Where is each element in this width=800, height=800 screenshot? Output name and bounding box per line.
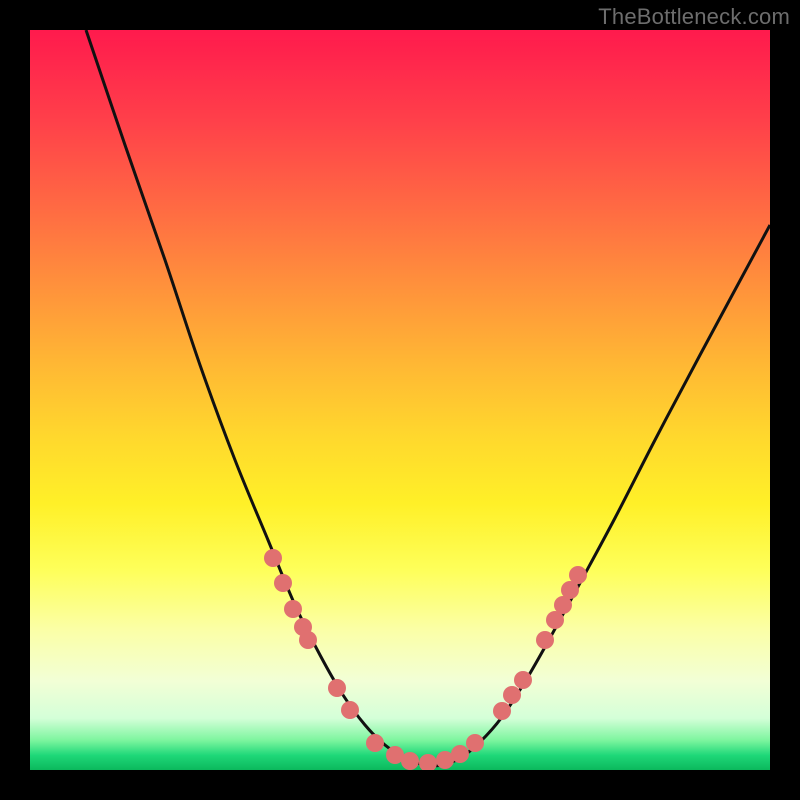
data-dot [264,549,282,567]
data-dot [514,671,532,689]
data-dot [299,631,317,649]
data-dot [274,574,292,592]
watermark-text: TheBottleneck.com [598,4,790,30]
bottleneck-curve [86,30,770,766]
data-dot [419,754,437,770]
chart-svg [30,30,770,770]
data-dot [503,686,521,704]
data-dot [341,701,359,719]
data-dot [493,702,511,720]
chart-frame: TheBottleneck.com [0,0,800,800]
data-dot [536,631,554,649]
data-dot [401,752,419,770]
data-dot [569,566,587,584]
data-dot [366,734,384,752]
data-dot [466,734,484,752]
data-dot [328,679,346,697]
data-dot [284,600,302,618]
data-dot [451,745,469,763]
chart-plot-area [30,30,770,770]
